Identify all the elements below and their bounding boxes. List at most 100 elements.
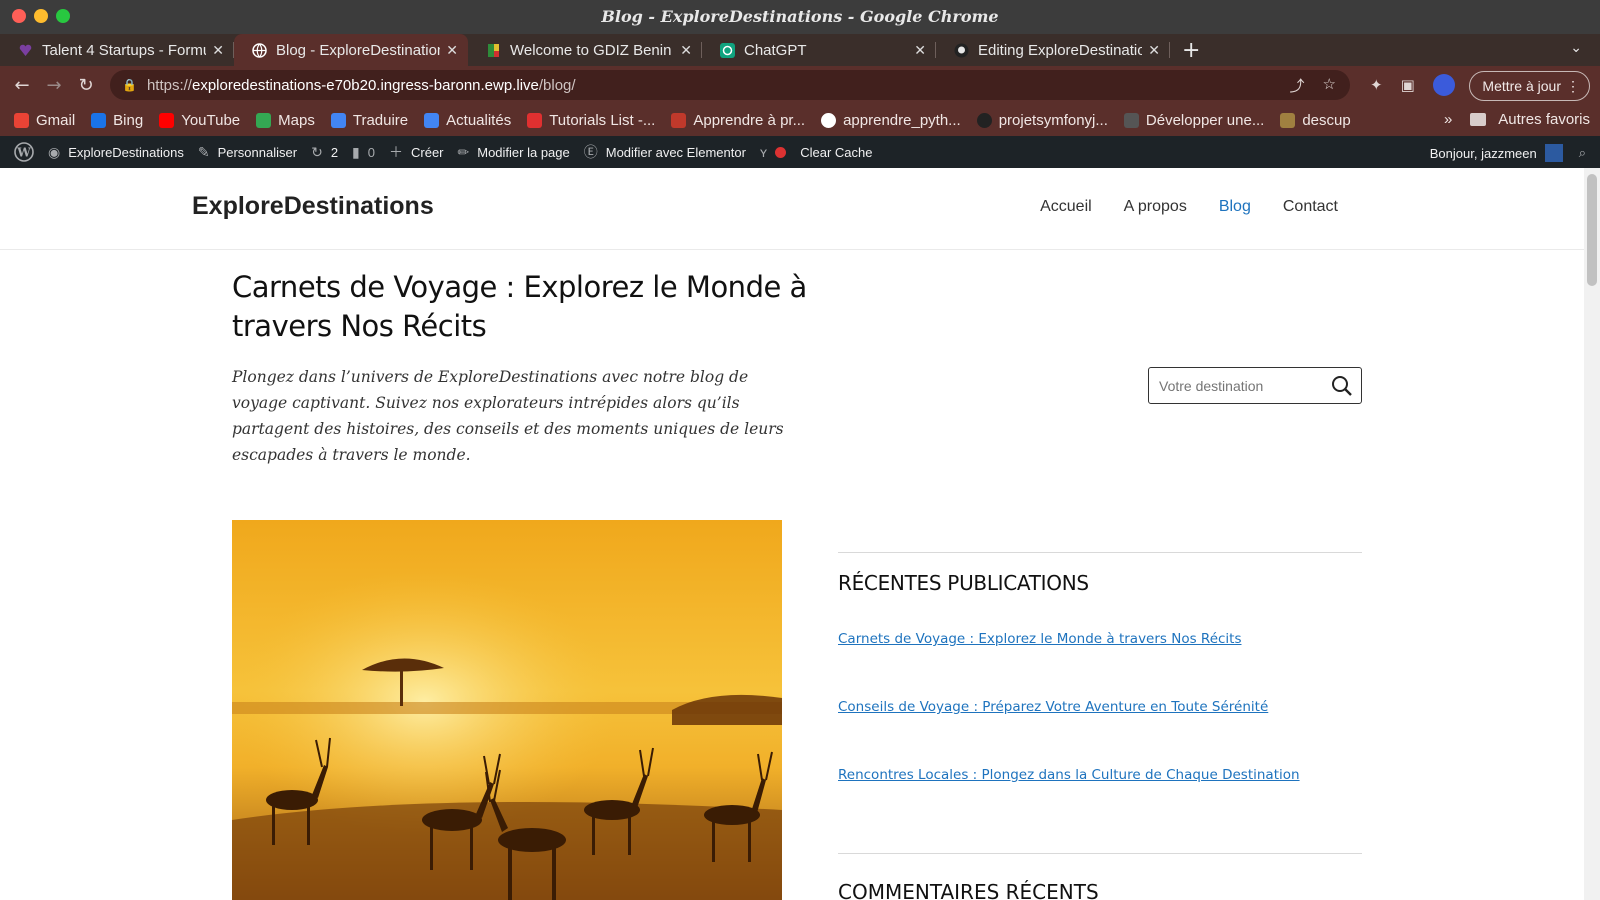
puzzle-extensions-icon[interactable]: ✦ [1370, 76, 1383, 94]
search-box [1148, 367, 1362, 404]
chevron-down-icon[interactable]: ⌄ [1570, 40, 1582, 56]
tab-gdiz-benin[interactable]: Welcome to GDIZ Benin ✕ [468, 34, 702, 66]
menu-item-a-propos[interactable]: A propos [1124, 198, 1187, 216]
bookmark-maps[interactable]: Maps [256, 112, 315, 129]
wp-greeting[interactable]: Bonjour, jazzmeen [1430, 146, 1537, 161]
back-arrow-icon[interactable]: ← [6, 75, 38, 96]
url-path: /blog/ [538, 76, 576, 94]
page-scrollbar[interactable] [1584, 168, 1600, 900]
menu-item-accueil[interactable]: Accueil [1040, 198, 1092, 216]
wp-updates-link[interactable]: ↻ 2 [311, 144, 338, 161]
folder-icon [1470, 113, 1487, 126]
close-tab-icon[interactable]: ✕ [446, 42, 458, 59]
close-tab-icon[interactable]: ✕ [914, 42, 926, 59]
seo-status-dot-icon [775, 146, 787, 158]
tab-strip: Talent 4 Startups - Formul ✕ Blog - Expl… [0, 34, 1600, 66]
sidebar-divider [838, 552, 1362, 553]
close-tab-icon[interactable]: ✕ [1148, 42, 1160, 59]
window-title: Blog - ExploreDestinations - Google Chro… [601, 7, 999, 26]
bookmark-gmail[interactable]: Gmail [14, 112, 75, 129]
tab-blog-exploredestinations[interactable]: Blog - ExploreDestinations ✕ [234, 34, 468, 66]
bookmark-label: descup [1302, 111, 1351, 129]
chatgpt-favicon-icon [720, 42, 735, 58]
search-icon[interactable] [1331, 375, 1353, 400]
tab-talent4startups[interactable]: Talent 4 Startups - Formul ✕ [0, 34, 234, 66]
tab-chatgpt[interactable]: ChatGPT ✕ [702, 34, 936, 66]
wp-edit-page-link[interactable]: ✏ Modifier la page [458, 144, 570, 161]
lock-icon: 🔒 [122, 78, 137, 92]
close-tab-icon[interactable]: ✕ [212, 42, 224, 59]
reload-icon[interactable]: ↻ [70, 75, 102, 96]
wp-account-area: Bonjour, jazzmeen ⌕ [1430, 144, 1586, 162]
wordpress-logo-icon[interactable]: W [14, 142, 34, 162]
site-brand[interactable]: ExploreDestinations [192, 192, 434, 221]
wp-comments-link[interactable]: ▮ 0 [352, 144, 375, 161]
wp-comments-count: 0 [367, 144, 375, 160]
bookmark-apprendre[interactable]: Apprendre à pr... [671, 112, 805, 129]
bookmark-developper[interactable]: Développer une... [1123, 112, 1264, 129]
wp-elementor-link[interactable]: Ⓔ Modifier avec Elementor [584, 142, 746, 162]
side-panel-icon[interactable]: ▣ [1401, 76, 1415, 94]
apprendre-icon [671, 112, 687, 128]
more-bookmarks-icon[interactable]: » [1444, 111, 1452, 128]
bookmark-label: Actualités [446, 111, 512, 129]
web-page: ExploreDestinations Accueil A propos Blo… [0, 168, 1584, 900]
address-bar[interactable]: 🔒 https://exploredestinations-e70b20.ing… [110, 70, 1350, 100]
svg-text:W: W [16, 146, 31, 160]
bookmark-actualites[interactable]: Actualités [424, 112, 511, 129]
brush-icon: ✎ [197, 143, 210, 160]
bookmark-label: Traduire [352, 111, 409, 129]
symfony-icon [976, 112, 992, 128]
recent-post-link[interactable]: Conseils de Voyage : Préparez Votre Aven… [838, 699, 1268, 715]
descup-icon [1280, 112, 1296, 128]
bookmark-projetsymfony[interactable]: projetsymfonyj... [976, 112, 1108, 129]
more-menu-icon[interactable]: ⋮ [1566, 72, 1580, 100]
bookmark-tutorials[interactable]: Tutorials List -... [527, 112, 655, 129]
post-intro: Plongez dans l’univers de ExploreDestina… [232, 368, 784, 464]
wp-admin-bar: W ◉ ExploreDestinations ✎ Personnaliser ↻ 2… [0, 136, 1600, 168]
new-tab-button[interactable]: + [1170, 34, 1212, 66]
avatar[interactable] [1544, 144, 1563, 162]
browser-window: Blog - ExploreDestinations - Google Chro… [0, 0, 1600, 900]
recent-posts-title: RÉCENTES PUBLICATIONS [838, 571, 1089, 595]
globe-icon [821, 112, 837, 128]
share-icon[interactable]: ⤴ [1290, 75, 1305, 96]
github-favicon-icon [954, 43, 969, 58]
bookmark-bing[interactable]: Bing [91, 112, 143, 129]
profile-avatar-icon[interactable] [1432, 74, 1455, 96]
menu-item-contact[interactable]: Contact [1283, 198, 1338, 216]
tab-editing-exploredestinations[interactable]: Editing ExploreDestination ✕ [936, 34, 1170, 66]
wp-new-content-link[interactable]: ＋ Créer [389, 142, 444, 162]
forward-arrow-icon[interactable]: → [38, 75, 70, 96]
recent-post-link[interactable]: Rencontres Locales : Plongez dans la Cul… [838, 767, 1300, 783]
bookmark-apprendre-python[interactable]: apprendre_pyth... [821, 112, 961, 129]
bookmark-star-icon[interactable]: ☆ [1323, 75, 1336, 96]
tutorials-icon [527, 112, 543, 128]
recent-post-link[interactable]: Carnets de Voyage : Explorez le Monde à … [838, 631, 1242, 647]
close-tab-icon[interactable]: ✕ [680, 42, 692, 59]
scrollbar-thumb[interactable] [1587, 174, 1597, 286]
featured-image [232, 520, 782, 900]
wp-customize-link[interactable]: ✎ Personnaliser [198, 144, 297, 161]
wp-elementor-label: Modifier avec Elementor [605, 144, 746, 160]
update-chrome-button[interactable]: Mettre à jour ⋮ [1469, 71, 1590, 101]
recent-comments-title: COMMENTAIRES RÉCENTS [838, 880, 1099, 900]
bookmark-youtube[interactable]: YouTube [159, 112, 240, 129]
bookmark-traduire[interactable]: Traduire [330, 111, 409, 129]
yoast-seo-link[interactable]: ʏ [760, 144, 787, 160]
wp-site-link[interactable]: ◉ ExploreDestinations [48, 144, 184, 161]
wp-clear-cache-link[interactable]: Clear Cache [800, 145, 872, 160]
menu-item-blog[interactable]: Blog [1219, 198, 1251, 216]
bookmark-descup[interactable]: descup [1280, 111, 1351, 129]
search-input[interactable] [1159, 377, 1329, 394]
search-icon[interactable]: ⌕ [1579, 145, 1586, 161]
sidebar-divider [838, 853, 1362, 854]
address-bar-actions: ⤴ ☆ [1290, 75, 1336, 96]
updates-icon: ↻ [311, 143, 323, 160]
other-bookmarks-folder[interactable]: Autres favoris [1498, 111, 1590, 128]
url-scheme: https:// [146, 76, 192, 94]
dashboard-icon: ◉ [48, 143, 61, 160]
tab-title: ChatGPT [744, 41, 807, 59]
page-title: Carnets de Voyage : Explorez le Monde à … [232, 270, 807, 343]
browser-toolbar: ← → ↻ 🔒 https://exploredestinations-e70b… [0, 66, 1600, 104]
